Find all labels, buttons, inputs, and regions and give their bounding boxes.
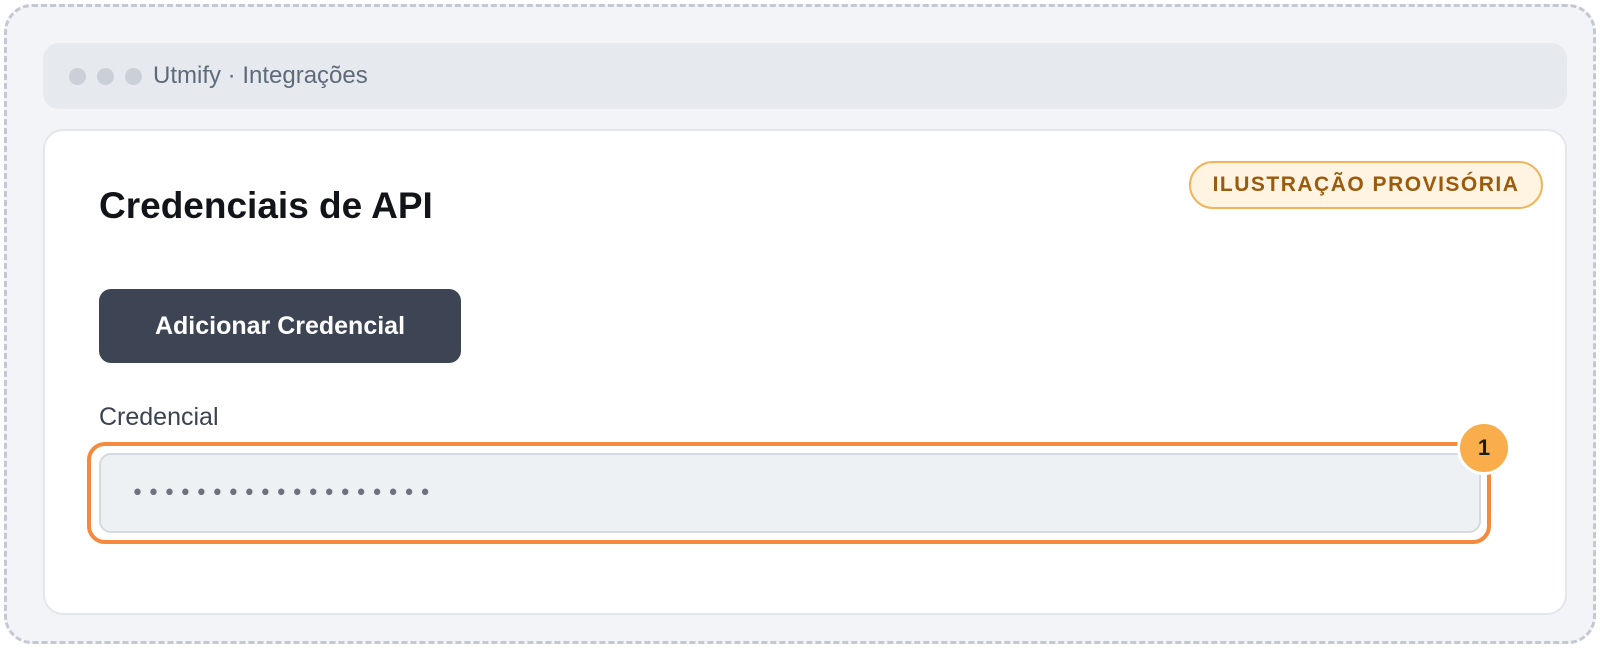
window-titlebar: Utmify · Integrações	[43, 43, 1567, 109]
window-minimize-dot	[97, 67, 114, 85]
window-close-dot	[69, 67, 86, 85]
illustration-frame: Utmify · Integrações ILUSTRAÇÃO PROVISÓR…	[4, 4, 1596, 644]
page-title: Credenciais de API	[99, 185, 433, 226]
window-title: Utmify · Integrações	[153, 62, 368, 89]
credential-field-label: Credencial	[99, 403, 219, 431]
api-credentials-card: ILUSTRAÇÃO PROVISÓRIA Credenciais de API…	[43, 129, 1567, 615]
credential-input[interactable]	[99, 453, 1481, 533]
provisional-illustration-badge: ILUSTRAÇÃO PROVISÓRIA	[1189, 161, 1543, 209]
window-maximize-dot	[125, 67, 142, 85]
step-marker: 1	[1457, 421, 1511, 475]
add-credential-button[interactable]: Adicionar Credencial	[99, 289, 461, 363]
